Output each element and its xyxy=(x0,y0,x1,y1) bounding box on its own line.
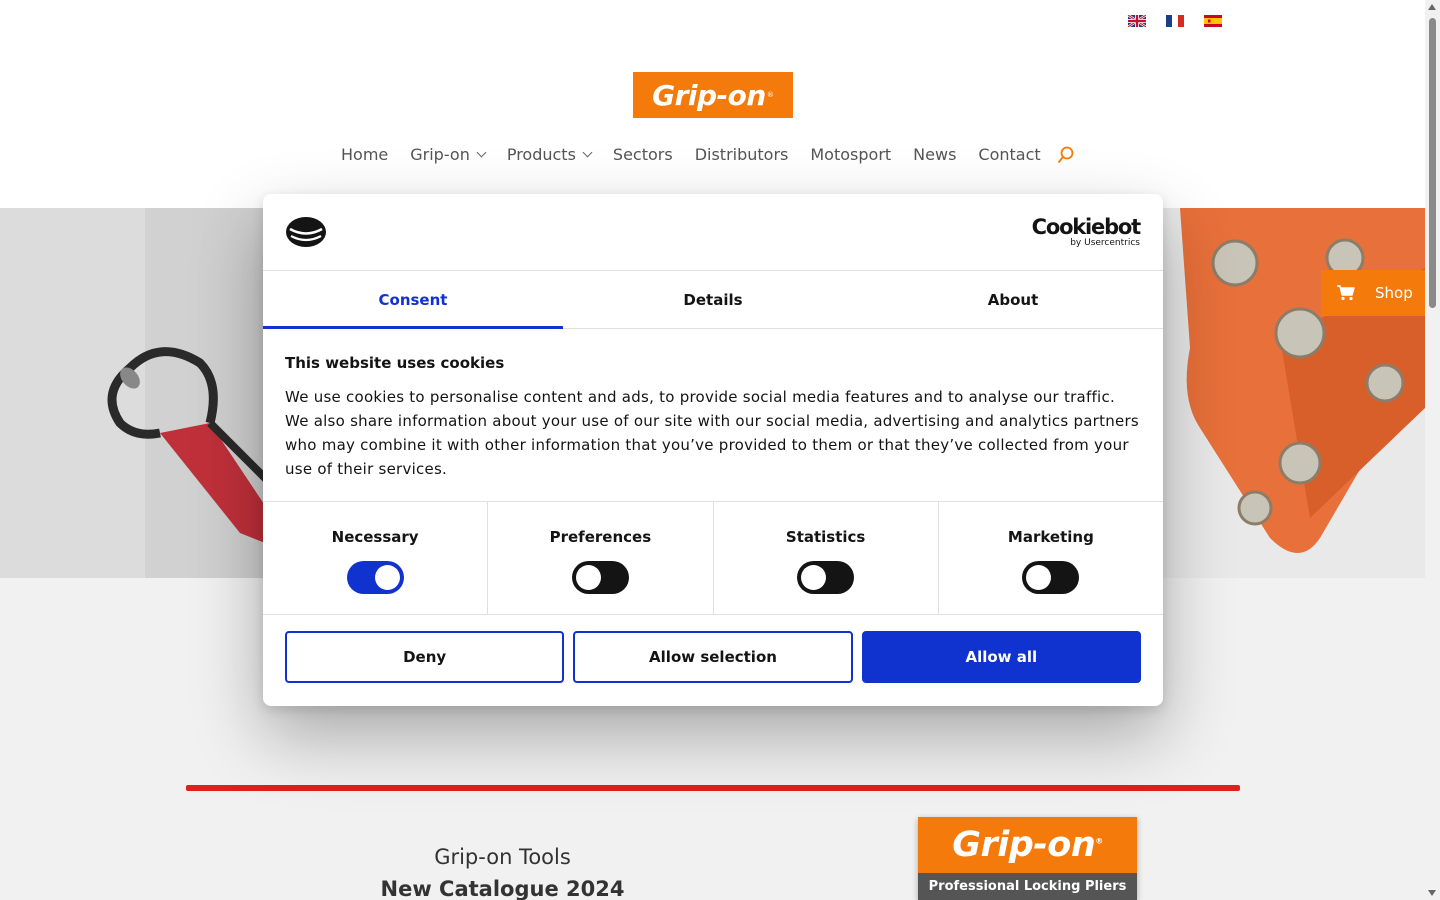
toggle-group-necessary: Necessary xyxy=(263,502,489,614)
catalogue-cover-image[interactable]: Grip-on® Professional Locking Pliers xyxy=(918,817,1137,900)
nav-item-distributors[interactable]: Distributors xyxy=(695,145,789,164)
nav-label: Home xyxy=(341,145,389,164)
toggle-group-marketing: Marketing xyxy=(939,502,1163,614)
tab-consent[interactable]: Consent xyxy=(263,271,563,329)
toggle-label: Necessary xyxy=(331,528,419,546)
cover-subtitle: Professional Locking Pliers xyxy=(918,873,1137,900)
logo-registered-mark: ® xyxy=(766,91,774,99)
toggle-knob xyxy=(575,565,601,590)
spain-flag-icon[interactable] xyxy=(1204,15,1222,27)
toggle-knob xyxy=(1026,565,1052,590)
chevron-down-icon xyxy=(476,147,487,158)
tab-details[interactable]: Details xyxy=(563,271,863,328)
toggle-label: Statistics xyxy=(785,528,866,546)
cookiebot-brand[interactable]: Cookiebot by Usercentrics xyxy=(1031,215,1142,248)
site-logo[interactable]: Grip-on ® xyxy=(633,72,793,118)
france-flag-icon[interactable] xyxy=(1166,15,1184,27)
catalogue-title: Grip-on Tools xyxy=(434,845,571,869)
nav-item-grip-on[interactable]: Grip-on xyxy=(410,145,487,164)
nav-label: Grip-on xyxy=(410,145,470,164)
cookie-consent-dialog: Cookiebot by Usercentrics Consent Detail… xyxy=(263,194,1163,706)
nav-label: Distributors xyxy=(694,145,789,164)
toggle-group-statistics: Statistics xyxy=(714,502,939,614)
catalogue-subtitle[interactable]: New Catalogue 2024 xyxy=(290,877,715,900)
uk-flag-icon[interactable] xyxy=(1128,15,1146,27)
preferences-toggle[interactable] xyxy=(571,561,629,594)
scroll-up-icon[interactable] xyxy=(1428,4,1436,10)
nav-label: Products xyxy=(506,145,576,164)
consent-toggles: Necessary Preferences Statistics Marketi… xyxy=(263,502,1163,615)
cookiebot-name: Cookiebot xyxy=(1031,215,1142,239)
toggle-label: Preferences xyxy=(549,528,652,546)
marketing-toggle[interactable] xyxy=(1022,561,1080,594)
section-divider xyxy=(186,785,1240,791)
chevron-down-icon xyxy=(582,147,593,158)
toggle-group-preferences: Preferences xyxy=(488,502,714,614)
logo-text: Grip-on xyxy=(652,78,766,112)
cover-registered-mark: ® xyxy=(1095,836,1103,846)
catalogue-text: Grip-on Tools New Catalogue 2024 xyxy=(290,845,715,900)
scrollbar-thumb[interactable] xyxy=(1429,18,1436,308)
nav-item-sectors[interactable]: Sectors xyxy=(613,145,673,164)
dialog-header: Cookiebot by Usercentrics xyxy=(263,194,1163,271)
scroll-down-icon[interactable] xyxy=(1428,890,1436,896)
cookiebot-by: by Usercentrics xyxy=(1070,238,1140,248)
nav-item-products[interactable]: Products xyxy=(506,145,593,164)
nav-label: Sectors xyxy=(612,145,673,164)
nav-label: Contact xyxy=(978,145,1041,164)
cover-brand: Grip-on xyxy=(952,825,1096,865)
toggle-knob xyxy=(374,565,400,590)
language-switcher xyxy=(1128,15,1222,27)
dialog-body: This website uses cookies We use cookies… xyxy=(263,329,1163,502)
toggle-knob xyxy=(801,565,827,590)
nav-item-news[interactable]: News xyxy=(913,145,956,164)
cart-icon xyxy=(1337,285,1355,301)
deny-button[interactable]: Deny xyxy=(285,631,565,683)
allow-selection-button[interactable]: Allow selection xyxy=(573,631,853,683)
locking-pliers-illustration xyxy=(107,347,270,543)
nav-label: Motosport xyxy=(810,145,892,164)
nav-item-home[interactable]: Home xyxy=(341,145,388,164)
dialog-buttons: Deny Allow selection Allow all xyxy=(263,615,1163,683)
cookiebot-logo-icon xyxy=(286,217,326,247)
dialog-tabs: Consent Details About xyxy=(263,271,1163,329)
dialog-description: We use cookies to personalise content an… xyxy=(285,388,1139,478)
tab-about[interactable]: About xyxy=(863,271,1163,328)
statistics-toggle[interactable] xyxy=(797,561,855,594)
orange-pliers-closeup xyxy=(1160,208,1425,578)
dialog-heading: This website uses cookies xyxy=(285,354,505,372)
allow-all-button[interactable]: Allow all xyxy=(861,631,1141,683)
shop-label: Shop xyxy=(1375,284,1413,302)
search-icon xyxy=(1057,146,1074,163)
nav-label: News xyxy=(913,145,957,164)
nav-item-motosport[interactable]: Motosport xyxy=(810,145,891,164)
main-navigation: Home Grip-on Products Sectors Distributo… xyxy=(341,145,1075,164)
page-scrollbar[interactable] xyxy=(1425,0,1440,900)
necessary-toggle[interactable] xyxy=(346,561,404,594)
toggle-label: Marketing xyxy=(1007,528,1094,546)
search-button[interactable] xyxy=(1057,146,1075,164)
shop-button[interactable]: Shop xyxy=(1321,270,1425,316)
nav-item-contact[interactable]: Contact xyxy=(978,145,1040,164)
